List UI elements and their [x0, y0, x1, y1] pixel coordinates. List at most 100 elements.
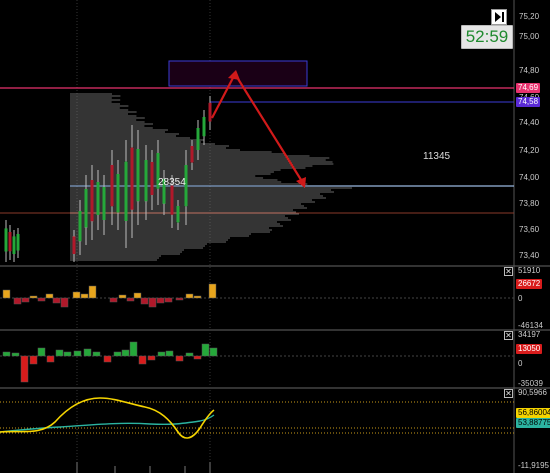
playback-button[interactable]	[491, 9, 507, 25]
candle-body	[16, 234, 20, 251]
panel1-zero-label: 0	[518, 294, 523, 303]
histogram-bar	[46, 355, 55, 363]
histogram-bar	[118, 294, 127, 299]
histogram-bar	[175, 355, 184, 362]
histogram-bar	[80, 293, 89, 299]
histogram-bar	[138, 355, 147, 365]
histogram-bar	[193, 355, 202, 360]
oscillator-line	[0, 397, 215, 439]
histogram-bar	[175, 297, 184, 301]
price-tick-label: 75,20	[519, 12, 540, 21]
play-icon	[495, 12, 504, 22]
panel3-bottom-label: -11,9195	[518, 461, 550, 470]
trading-chart[interactable]: 28354 11345 75,2075,0074,8074,6074,4074,…	[0, 0, 550, 473]
histogram-bar	[29, 295, 38, 299]
delta-histogram	[2, 283, 217, 308]
candle-body	[190, 146, 194, 163]
histogram-bar	[2, 289, 11, 299]
histogram-bar	[88, 285, 97, 299]
candle-body	[8, 232, 12, 252]
profile-volume-label-right: 11345	[423, 151, 451, 162]
histogram-bar	[37, 297, 46, 302]
candle-body	[208, 102, 212, 122]
candle-body	[136, 149, 140, 202]
current-price-tag: 74,69	[516, 83, 541, 93]
panel1-value-tag: 26672	[516, 279, 543, 289]
histogram-bar	[157, 351, 166, 357]
histogram-bar	[55, 349, 64, 357]
panel1-close-icon[interactable]: ✕	[504, 267, 513, 276]
profile-volume-label-left: 28354	[158, 177, 186, 188]
signal-value-tag: 53,88775	[516, 418, 550, 428]
candle-body	[124, 161, 128, 221]
target-zone-box[interactable]	[168, 60, 308, 87]
histogram-bar	[208, 283, 217, 299]
panel2-bottom-label: -35039	[518, 379, 543, 388]
candle-body	[4, 228, 8, 252]
histogram-bar	[164, 297, 173, 303]
histogram-bar	[121, 349, 130, 357]
histogram-bar	[52, 297, 61, 304]
histogram-bar	[133, 292, 142, 299]
candle-body	[72, 236, 76, 254]
histogram-bar	[147, 355, 156, 361]
histogram-bar	[2, 351, 11, 357]
price-tick-label: 73,80	[519, 199, 540, 208]
histogram-bar	[148, 297, 157, 308]
histogram-bar	[73, 350, 82, 357]
price-tick-label: 73,60	[519, 225, 540, 234]
oscillator-value-tag: 56,86004	[516, 408, 550, 418]
price-tick-label: 73,40	[519, 251, 540, 260]
candle-body	[102, 187, 106, 220]
price-tick-label: 75,00	[519, 32, 540, 41]
histogram-bar	[109, 297, 118, 303]
histogram-bar	[20, 355, 29, 383]
histogram-bar	[37, 347, 46, 357]
histogram-bar	[11, 352, 20, 357]
histogram-bar	[126, 297, 135, 302]
candle-body	[150, 162, 154, 195]
price-tick-label: 74,80	[519, 66, 540, 75]
candle-body	[176, 206, 180, 223]
histogram-bar	[129, 341, 138, 357]
candle-body	[110, 165, 114, 207]
panel2-close-icon[interactable]: ✕	[504, 331, 513, 340]
candle-body	[144, 160, 148, 202]
panel1-top-label: 51910	[518, 266, 541, 275]
candle-body	[202, 117, 206, 137]
histogram-bar	[185, 293, 194, 299]
histogram-bar	[72, 291, 81, 299]
panel2-value-tag: 13050	[516, 344, 543, 354]
histogram-bar	[103, 355, 112, 363]
histogram-bar	[201, 343, 210, 357]
candle-body	[130, 147, 134, 210]
histogram-bar	[60, 297, 69, 308]
panel3-top-label: 90,5966	[518, 388, 547, 397]
panel1-bottom-label: -46134	[518, 321, 543, 330]
candle-body	[12, 236, 16, 254]
histogram-bar	[29, 355, 38, 365]
histogram-bar	[193, 295, 202, 299]
volume-delta-histogram	[2, 341, 218, 383]
candle-body	[196, 128, 200, 150]
panel3-close-icon[interactable]: ✕	[504, 389, 513, 398]
histogram-bar	[165, 350, 174, 357]
candle-body	[116, 174, 120, 213]
candle-body	[78, 211, 82, 242]
histogram-bar	[156, 297, 165, 304]
arrow-down	[234, 73, 304, 184]
histogram-bar	[209, 347, 218, 357]
histogram-bar	[140, 297, 149, 305]
bar-countdown-timer: 52:59	[461, 25, 513, 49]
histogram-bar	[113, 351, 122, 357]
price-tick-label: 74,00	[519, 173, 540, 182]
panel2-zero-label: 0	[518, 359, 523, 368]
price-tick-label: 74,20	[519, 146, 540, 155]
histogram-bar	[13, 297, 22, 305]
histogram-bar	[45, 293, 54, 299]
candle-body	[96, 182, 100, 215]
histogram-bar	[185, 352, 194, 357]
candle-body	[170, 185, 174, 215]
price-axis[interactable]: 75,2075,0074,8074,6074,4074,2074,0073,80…	[519, 12, 540, 260]
histogram-bar	[92, 351, 101, 357]
